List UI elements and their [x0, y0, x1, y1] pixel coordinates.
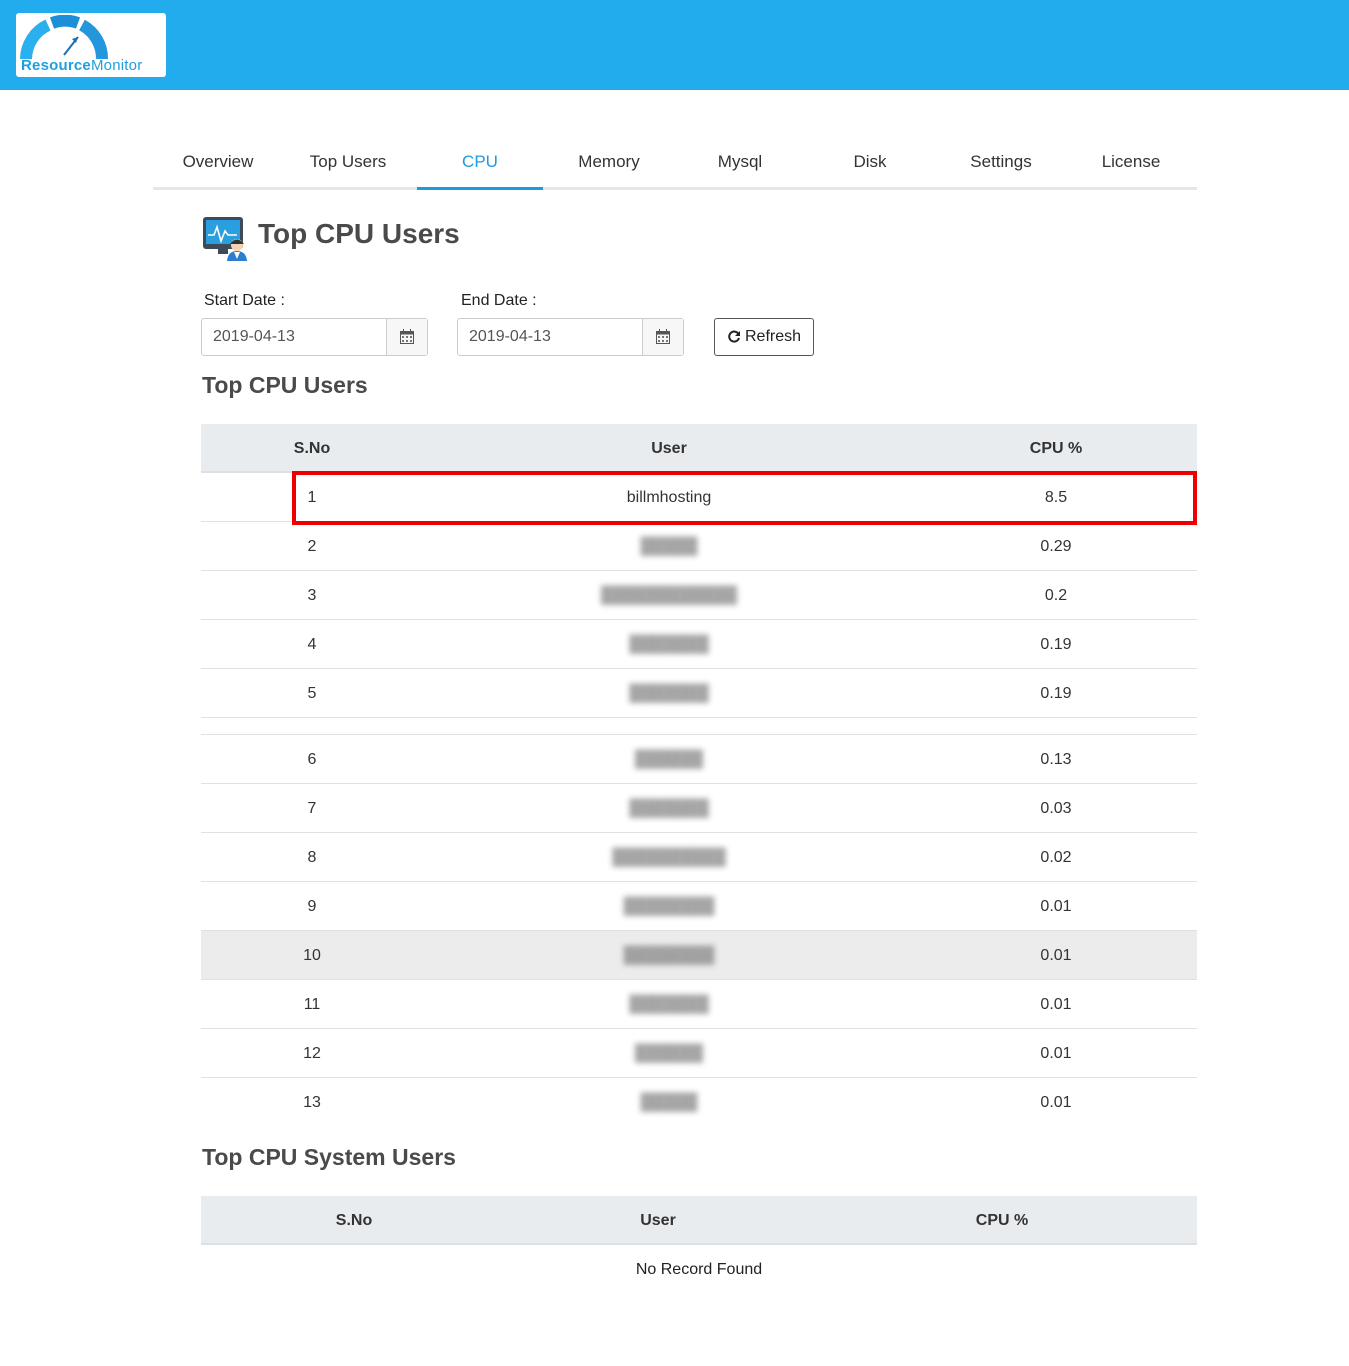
- cell-sno: 11: [303, 996, 321, 1013]
- table-header: S.No User CPU %: [201, 1196, 1197, 1245]
- start-date-label: Start Date :: [204, 292, 285, 309]
- system-users-section-title: Top CPU System Users: [202, 1144, 456, 1170]
- cell-user-redacted: █████: [640, 1094, 698, 1111]
- end-date-group: [457, 318, 684, 356]
- cell-cpu: 8.5: [1044, 489, 1068, 506]
- cell-cpu: 0.19: [1040, 685, 1072, 702]
- tab-cpu[interactable]: CPU: [415, 137, 545, 190]
- cell-user-redacted: ██████: [634, 1045, 704, 1062]
- cell-cpu: 0.2: [1044, 587, 1068, 604]
- cell-cpu: 0.01: [1040, 1094, 1072, 1111]
- cell-cpu: 0.01: [1040, 898, 1072, 915]
- cell-sno: 4: [307, 636, 317, 653]
- cell-cpu: 0.19: [1040, 636, 1072, 653]
- table-row[interactable]: 5 ███████ 0.19: [201, 669, 1197, 718]
- tab-license[interactable]: License: [1066, 137, 1196, 187]
- system-users-table: S.No User CPU %: [201, 1196, 1197, 1245]
- cell-user-redacted: ██████████: [612, 849, 726, 866]
- start-date-group: [201, 318, 428, 356]
- cell-user-redacted: ████████: [623, 947, 715, 964]
- header-cpu: CPU %: [1029, 440, 1083, 457]
- cell-user-redacted: ███████: [629, 685, 709, 702]
- nav-tabs: Overview Top Users CPU Memory Mysql Disk…: [153, 137, 1197, 190]
- cell-cpu: 0.01: [1040, 1045, 1072, 1062]
- page-title: Top CPU Users: [258, 218, 460, 249]
- tab-top-users[interactable]: Top Users: [283, 137, 413, 187]
- table-row[interactable]: 4 ███████ 0.19: [201, 620, 1197, 669]
- header-bar: ResourceMonitor: [0, 0, 1349, 90]
- refresh-button[interactable]: Refresh: [714, 318, 814, 356]
- table-row[interactable]: 1 billmhosting 8.5: [201, 473, 1197, 522]
- cell-sno: 5: [307, 685, 317, 702]
- refresh-label: Refresh: [744, 328, 802, 345]
- cell-cpu: 0.29: [1040, 538, 1072, 555]
- tab-disk[interactable]: Disk: [805, 137, 935, 187]
- cell-sno: 12: [303, 1045, 321, 1062]
- table-row[interactable]: 7 ███████ 0.03: [201, 784, 1197, 833]
- table-row[interactable]: 3 ████████████ 0.2: [201, 571, 1197, 620]
- tab-mysql[interactable]: Mysql: [675, 137, 805, 187]
- table-header: S.No User CPU %: [201, 424, 1197, 473]
- gauge-logo-icon: [20, 15, 109, 60]
- table-row[interactable]: 8 ██████████ 0.02: [201, 833, 1197, 882]
- cell-sno: 9: [307, 898, 317, 915]
- table-row[interactable]: 10 ████████ 0.01: [201, 931, 1197, 980]
- resource-monitor-logo[interactable]: ResourceMonitor: [16, 13, 166, 77]
- refresh-icon: [728, 330, 740, 343]
- cell-sno: 2: [307, 538, 317, 555]
- cell-cpu: 0.01: [1040, 996, 1072, 1013]
- cell-sno: 7: [307, 800, 317, 817]
- cell-sno: 3: [307, 587, 317, 604]
- cpu-users-section-title: Top CPU Users: [202, 372, 368, 398]
- header-sno: S.No: [293, 440, 331, 457]
- table-row[interactable]: 9 ████████ 0.01: [201, 882, 1197, 931]
- cpu-users-table: S.No User CPU % 1 billmhosting 8.5 2 ███…: [201, 424, 1197, 1127]
- header-user: User: [651, 440, 687, 457]
- cell-user-redacted: █████: [640, 538, 698, 555]
- calendar-icon: [400, 329, 414, 344]
- calendar-icon: [656, 329, 670, 344]
- cell-user: billmhosting: [626, 489, 712, 506]
- start-date-calendar-button[interactable]: [386, 319, 427, 355]
- header-sno: S.No: [335, 1212, 373, 1229]
- cell-cpu: 0.02: [1040, 849, 1072, 866]
- cell-user-redacted: ███████: [629, 800, 709, 817]
- cell-user-redacted: ████████████: [600, 587, 738, 604]
- table-row[interactable]: 2 █████ 0.29: [201, 522, 1197, 571]
- table-row[interactable]: 11 ███████ 0.01: [201, 980, 1197, 1029]
- no-record-message: No Record Found: [635, 1261, 763, 1278]
- logo-text: ResourceMonitor: [21, 57, 143, 74]
- cell-user-redacted: ███████: [629, 996, 709, 1013]
- end-date-calendar-button[interactable]: [642, 319, 683, 355]
- cell-user-redacted: ██████: [634, 751, 704, 768]
- cell-sno: 6: [307, 751, 317, 768]
- table-row[interactable]: 6 ██████ 0.13: [201, 735, 1197, 784]
- monitor-users-icon: [201, 215, 249, 261]
- cell-cpu: 0.13: [1040, 751, 1072, 768]
- tab-settings[interactable]: Settings: [936, 137, 1066, 187]
- header-user: User: [640, 1212, 676, 1229]
- cell-sno: 8: [307, 849, 317, 866]
- table-row-spacer: [201, 718, 1197, 735]
- cell-user-redacted: ███████: [629, 636, 709, 653]
- tab-memory[interactable]: Memory: [544, 137, 674, 187]
- table-row[interactable]: 12 ██████ 0.01: [201, 1029, 1197, 1078]
- header-cpu: CPU %: [975, 1212, 1029, 1229]
- cell-cpu: 0.03: [1040, 800, 1072, 817]
- cell-user-redacted: ████████: [623, 898, 715, 915]
- end-date-input[interactable]: [458, 319, 643, 355]
- start-date-input[interactable]: [202, 319, 387, 355]
- cell-cpu: 0.01: [1040, 947, 1072, 964]
- end-date-label: End Date :: [461, 292, 537, 309]
- cell-sno: 10: [303, 947, 321, 964]
- tab-overview[interactable]: Overview: [153, 137, 283, 187]
- cell-sno: 13: [303, 1094, 321, 1111]
- cell-sno: 1: [307, 489, 317, 506]
- table-row[interactable]: 13 █████ 0.01: [201, 1078, 1197, 1127]
